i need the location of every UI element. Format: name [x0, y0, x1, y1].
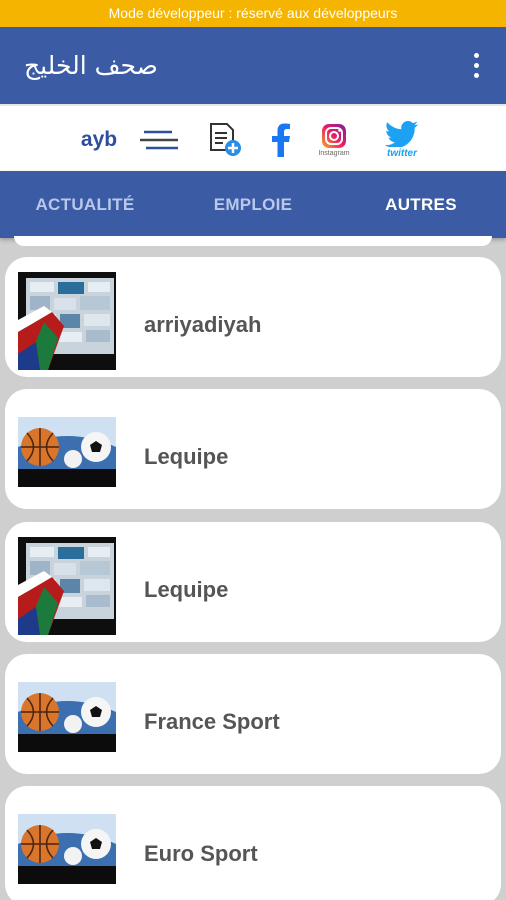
- dot: [473, 73, 479, 78]
- list-item-partial[interactable]: [14, 236, 492, 246]
- instagram-button[interactable]: Instagram: [312, 106, 356, 173]
- add-document-button[interactable]: [205, 106, 245, 173]
- category-tabs: ACTUALITÉ EMPLOIE AUTRES: [0, 171, 506, 238]
- ayb-button[interactable]: ayb: [76, 106, 122, 173]
- newspapers-thumbnail: [18, 537, 116, 635]
- overflow-menu-button[interactable]: [466, 49, 486, 83]
- sports-balls-thumbnail: [18, 417, 116, 487]
- sports-balls-thumbnail: [18, 682, 116, 752]
- add-document-icon: [210, 122, 241, 156]
- item-title: Lequipe: [144, 577, 229, 602]
- dot: [473, 53, 479, 58]
- app-bar: صحف الخليج: [0, 27, 506, 104]
- list-item[interactable]: France Sport: [5, 654, 501, 774]
- facebook-icon: [272, 123, 290, 157]
- icon-toolbar: ayb Instagram twitter: [0, 104, 506, 171]
- sports-balls-thumbnail: [18, 814, 116, 884]
- dot: [473, 63, 479, 68]
- app-title: صحف الخليج: [24, 51, 158, 80]
- item-title: Euro Sport: [144, 841, 258, 866]
- menu-lines-icon: [140, 130, 178, 149]
- twitter-button[interactable]: twitter: [374, 106, 430, 173]
- list-item[interactable]: Lequipe: [5, 389, 501, 509]
- ayb-label: ayb: [80, 127, 118, 151]
- twitter-bird-icon: [385, 120, 418, 147]
- instagram-icon: [322, 123, 346, 148]
- tab-emploie[interactable]: EMPLOIE: [168, 171, 338, 238]
- list-item[interactable]: Lequipe: [5, 522, 501, 642]
- instagram-caption: Instagram: [318, 149, 350, 157]
- list-item[interactable]: Euro Sport: [5, 786, 501, 900]
- twitter-caption: twitter: [387, 147, 417, 159]
- facebook-button[interactable]: [266, 106, 296, 173]
- item-title: arriyadiyah: [144, 312, 262, 337]
- newspapers-thumbnail: [18, 272, 116, 370]
- item-title: France Sport: [144, 709, 280, 734]
- tab-autres[interactable]: AUTRES: [336, 171, 506, 238]
- item-title: Lequipe: [144, 444, 229, 469]
- developer-mode-banner: Mode développeur : réservé aux développe…: [0, 0, 506, 27]
- tab-actualite[interactable]: ACTUALITÉ: [0, 171, 170, 238]
- list-item[interactable]: arriyadiyah: [5, 257, 501, 377]
- menu-lines-button[interactable]: [138, 106, 182, 173]
